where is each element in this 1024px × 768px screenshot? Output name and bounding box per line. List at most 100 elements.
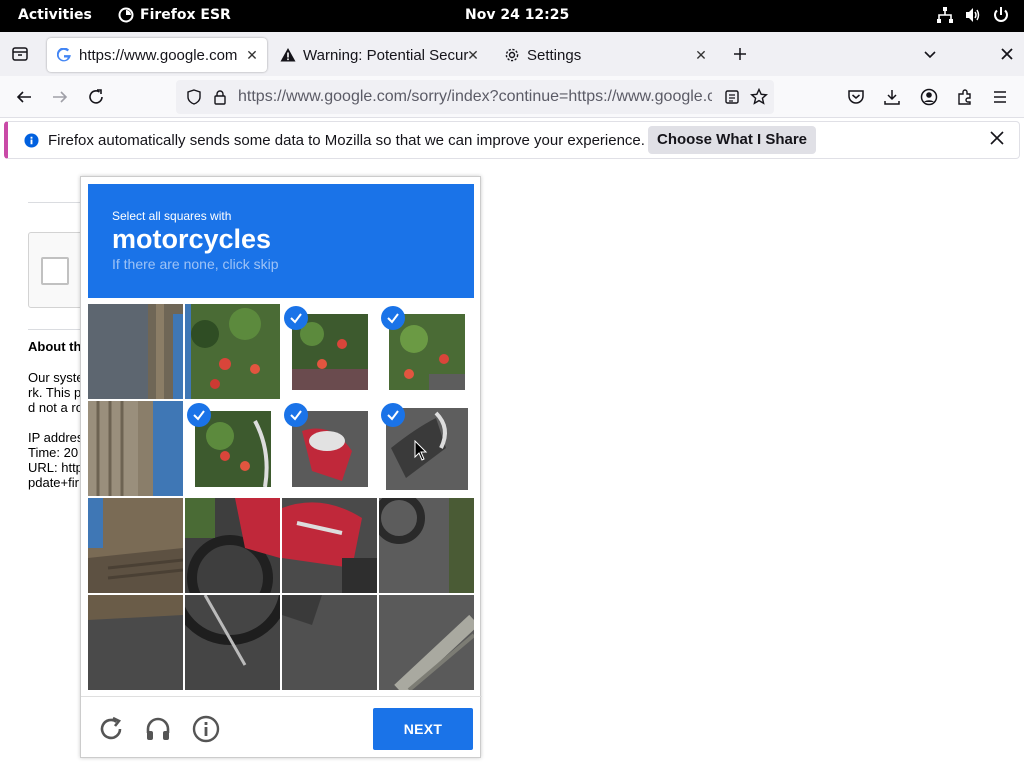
tile-image — [282, 498, 377, 593]
page-line: rk. This p — [28, 385, 82, 400]
power-icon — [994, 7, 1008, 22]
plus-icon — [734, 48, 746, 60]
navigation-toolbar: https://www.google.com/sorry/index?conti… — [0, 76, 1024, 118]
close-icon — [1001, 48, 1013, 60]
pocket-icon — [848, 90, 864, 104]
image-tile[interactable] — [185, 304, 280, 399]
divider — [28, 202, 88, 203]
tab-bar: https://www.google.com ✕ Warning: Potent… — [0, 32, 1024, 76]
image-tile[interactable] — [88, 401, 183, 496]
image-tile[interactable] — [88, 304, 183, 399]
page-line: d not a ro — [28, 400, 83, 415]
image-tile[interactable] — [282, 401, 377, 496]
puzzle-icon — [958, 89, 971, 105]
menu-button[interactable] — [989, 86, 1011, 108]
recaptcha-checkbox[interactable] — [41, 257, 69, 285]
divider — [28, 329, 88, 330]
selected-check-icon — [187, 403, 211, 427]
next-button[interactable]: NEXT — [373, 708, 473, 750]
warning-icon — [280, 48, 296, 62]
image-tile[interactable] — [379, 304, 474, 399]
tile-image — [88, 304, 183, 399]
extensions-button[interactable] — [954, 86, 976, 108]
tile-image — [88, 401, 183, 496]
image-tile[interactable] — [88, 595, 183, 690]
account-button[interactable] — [918, 86, 940, 108]
image-tile[interactable] — [185, 595, 280, 690]
image-grid — [88, 304, 474, 690]
pocket-button[interactable] — [845, 86, 867, 108]
tile-image — [88, 595, 183, 690]
tile-image — [282, 595, 377, 690]
clock[interactable]: Nov 24 12:25 — [465, 7, 569, 23]
reader-view-icon[interactable] — [724, 89, 740, 105]
close-tab-icon[interactable]: ✕ — [464, 46, 482, 64]
system-top-bar: Activities Firefox ESR Nov 24 12:25 — [0, 0, 1024, 32]
audio-challenge-icon[interactable] — [144, 715, 172, 743]
app-menu[interactable]: Firefox ESR — [118, 7, 231, 23]
reload-challenge-icon[interactable] — [97, 715, 125, 743]
new-tab-button[interactable] — [730, 44, 750, 64]
image-tile[interactable] — [282, 304, 377, 399]
image-tile[interactable] — [185, 498, 280, 593]
bookmark-star-icon[interactable] — [750, 88, 768, 106]
downloads-button[interactable] — [881, 86, 903, 108]
notification-message: Firefox automatically sends some data to… — [48, 132, 645, 149]
close-tab-icon[interactable]: ✕ — [692, 46, 710, 64]
shield-icon[interactable] — [186, 89, 202, 105]
tile-image — [185, 304, 280, 399]
google-g-icon — [57, 48, 71, 62]
recaptcha-challenge: Select all squares with motorcycles If t… — [80, 176, 482, 759]
info-icon — [24, 133, 39, 148]
tab-google[interactable]: https://www.google.com ✕ — [47, 38, 267, 72]
tab-title: https://www.google.com — [79, 46, 238, 64]
tab-warning[interactable]: Warning: Potential Securi ✕ — [272, 38, 488, 72]
list-all-tabs-button[interactable] — [920, 44, 940, 64]
url-text[interactable]: https://www.google.com/sorry/index?conti… — [238, 88, 712, 106]
tile-image — [185, 595, 280, 690]
image-tile[interactable] — [88, 498, 183, 593]
data-collection-notification: Firefox automatically sends some data to… — [4, 121, 1020, 159]
chevron-down-icon — [924, 51, 936, 59]
forward-button[interactable] — [49, 86, 71, 108]
close-tab-icon[interactable]: ✕ — [243, 46, 261, 64]
image-tile[interactable] — [282, 498, 377, 593]
selected-check-icon — [284, 306, 308, 330]
ip-address-line: IP addres — [28, 430, 84, 445]
firefox-icon — [118, 7, 134, 23]
lock-icon[interactable] — [212, 89, 228, 105]
info-icon[interactable] — [192, 715, 220, 743]
firefox-view-button[interactable] — [10, 44, 30, 64]
network-icon — [937, 7, 953, 23]
arrow-left-icon — [16, 91, 31, 103]
volume-icon — [966, 8, 980, 22]
image-tile[interactable] — [379, 498, 474, 593]
hamburger-menu-icon — [994, 91, 1006, 103]
tile-image — [185, 498, 280, 593]
activities-button[interactable]: Activities — [18, 7, 92, 23]
system-tray[interactable] — [936, 6, 1010, 24]
choose-what-i-share-button[interactable]: Choose What I Share — [648, 126, 816, 154]
challenge-footer: NEXT — [81, 696, 482, 759]
page-line: pdate+fir — [28, 475, 79, 490]
image-tile[interactable] — [282, 595, 377, 690]
account-icon — [920, 88, 938, 106]
selected-check-icon — [381, 306, 405, 330]
close-window-button[interactable] — [997, 44, 1017, 64]
arrow-right-icon — [53, 91, 68, 103]
tile-image — [88, 498, 183, 593]
about-heading: About th — [28, 339, 82, 354]
page-line: Our syste — [28, 370, 84, 385]
close-icon[interactable] — [989, 130, 1005, 146]
tab-settings[interactable]: Settings ✕ — [496, 38, 716, 72]
image-tile[interactable] — [379, 595, 474, 690]
instruction-text: Select all squares with — [112, 209, 232, 223]
reload-button[interactable] — [85, 86, 107, 108]
skip-hint: If there are none, click skip — [112, 256, 279, 272]
gear-icon — [505, 48, 519, 62]
download-icon — [884, 90, 900, 105]
address-bar[interactable]: https://www.google.com/sorry/index?conti… — [176, 80, 774, 114]
time-line: Time: 20 — [28, 445, 79, 460]
back-button[interactable] — [13, 86, 35, 108]
image-tile[interactable] — [185, 401, 280, 496]
